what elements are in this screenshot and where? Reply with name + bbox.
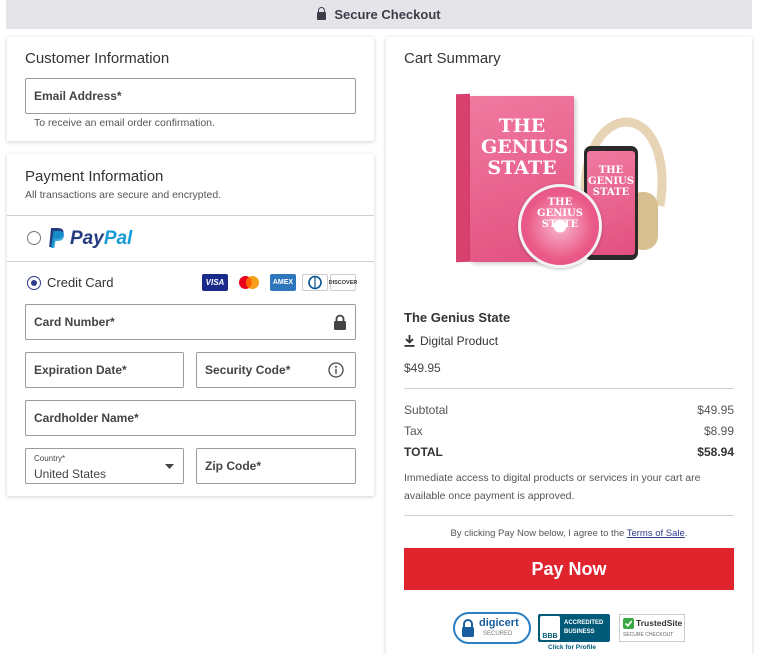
expiration-date-field[interactable]: Expiration Date*	[25, 352, 184, 388]
bbb-line1: ACCREDITED	[564, 620, 604, 626]
terms-suffix: .	[684, 528, 688, 539]
bbb-sub: Click for Profile	[548, 644, 597, 651]
total-value: $58.94	[697, 445, 734, 459]
bbb-line2: BUSINESS	[564, 629, 595, 635]
access-note: Immediate access to digital products or …	[404, 472, 701, 502]
amex-icon: AMEX	[270, 274, 296, 291]
trustedsite-label: TrustedSite	[636, 618, 683, 628]
phone-screen-title: THE GENIUS STATE	[588, 165, 634, 198]
header-title: Secure Checkout	[334, 7, 441, 22]
trustedsite-sub: SECURE CHECKOUT	[623, 632, 674, 638]
paypal-radio[interactable]	[27, 231, 41, 245]
visa-label: VISA	[205, 278, 225, 287]
mastercard-icon	[236, 274, 262, 291]
diners-svg	[308, 275, 322, 290]
cart-divider-2	[404, 515, 734, 516]
credit-card-radio[interactable]	[27, 276, 41, 290]
mastercard-svg	[239, 276, 259, 289]
email-hint: To receive an email order confirmation.	[34, 117, 215, 129]
digicert-badge[interactable]: digicert SECURED	[453, 612, 531, 644]
card-number-field[interactable]: Card Number*	[25, 304, 356, 340]
product-type-label: Digital Product	[420, 334, 499, 348]
tax-row: Tax $8.99	[404, 424, 734, 438]
tax-value: $8.99	[703, 424, 734, 438]
cardholder-name-label: Cardholder Name*	[34, 411, 139, 425]
subtotal-row: Subtotal $49.95	[404, 403, 734, 417]
discover-label: DISCOVER	[328, 279, 358, 286]
email-field[interactable]: Email Address*	[25, 78, 356, 114]
total-label: TOTAL	[404, 445, 443, 459]
security-code-label: Security Code*	[205, 363, 291, 377]
product-price: $49.95	[404, 361, 441, 375]
digicert-lock-icon	[462, 619, 474, 637]
trustedsite-badge[interactable]: TrustedSite SECURE CHECKOUT	[619, 614, 685, 642]
expiration-date-label: Expiration Date*	[34, 363, 127, 377]
card-number-label: Card Number*	[34, 315, 115, 329]
discover-icon: DISCOVER	[328, 274, 358, 291]
subtotal-label: Subtotal	[404, 403, 449, 417]
bbb-badge[interactable]: BBB ACCREDITED BUSINESS Click for Profil…	[538, 614, 610, 654]
paypal-option[interactable]: PayPal	[7, 216, 374, 261]
terms-prefix: By clicking Pay Now below, I agree to th…	[450, 528, 627, 539]
subtotal-value: $49.95	[697, 403, 734, 417]
customer-info-card: Customer Information Email Address* To r…	[7, 37, 374, 141]
customer-info-title: Customer Information	[25, 50, 170, 67]
product-name: The Genius State	[404, 310, 511, 325]
country-select[interactable]: Country* United States	[25, 448, 184, 484]
disc-graphic: THE GENIUS STATE	[518, 184, 602, 268]
visa-icon: VISA	[202, 274, 228, 291]
terms-text: By clicking Pay Now below, I agree to th…	[404, 528, 734, 539]
paypal-wordmark-pal: Pal	[103, 228, 133, 249]
payment-divider-mid	[7, 261, 374, 262]
lock-icon	[317, 6, 327, 20]
info-icon[interactable]	[328, 362, 344, 378]
bbb-logo-box: BBB	[540, 616, 560, 640]
paypal-p-icon	[49, 228, 65, 248]
total-row: TOTAL $58.94	[404, 445, 734, 459]
cart-summary-title: Cart Summary	[404, 50, 501, 67]
check-icon	[623, 618, 634, 629]
bbb-logo-mark: BBB	[542, 633, 558, 640]
email-label: Email Address*	[34, 89, 122, 103]
bbb-badge-top: BBB ACCREDITED BUSINESS	[538, 614, 610, 642]
payment-info-subtitle: All transactions are secure and encrypte…	[25, 189, 222, 201]
disc-title: THE GENIUS STATE	[537, 197, 583, 230]
cardholder-name-field[interactable]: Cardholder Name*	[25, 400, 356, 436]
country-value: United States	[34, 467, 107, 481]
tax-label: Tax	[404, 424, 423, 438]
amex-label: AMEX	[272, 279, 294, 286]
terms-of-sale-link[interactable]: Terms of Sale	[627, 528, 685, 539]
zip-code-field[interactable]: Zip Code*	[196, 448, 356, 484]
product-image: THE GENIUS STATE THE GENIUS STATE THE GE…	[450, 88, 690, 268]
pay-now-button[interactable]: Pay Now	[404, 548, 734, 590]
digicert-label: digicert	[479, 617, 519, 629]
payment-info-title: Payment Information	[25, 168, 164, 185]
secure-checkout-bar: Secure Checkout	[6, 0, 752, 29]
cart-divider-1	[404, 388, 734, 389]
book-cover-title: THE GENIUS STATE	[481, 115, 569, 179]
download-icon	[404, 335, 415, 347]
diners-icon	[302, 274, 328, 291]
product-type: Digital Product	[404, 334, 498, 348]
paypal-wordmark: PayPal	[70, 228, 132, 250]
digicert-sub: SECURED	[483, 631, 513, 637]
chevron-down-icon	[165, 464, 174, 469]
security-code-field[interactable]: Security Code*	[196, 352, 356, 388]
country-label: Country*	[34, 454, 66, 463]
lock-icon	[334, 314, 346, 330]
zip-code-label: Zip Code*	[205, 459, 261, 473]
book-spine	[456, 93, 470, 263]
credit-card-label[interactable]: Credit Card	[47, 275, 113, 290]
paypal-wordmark-pay: Pay	[70, 228, 104, 249]
